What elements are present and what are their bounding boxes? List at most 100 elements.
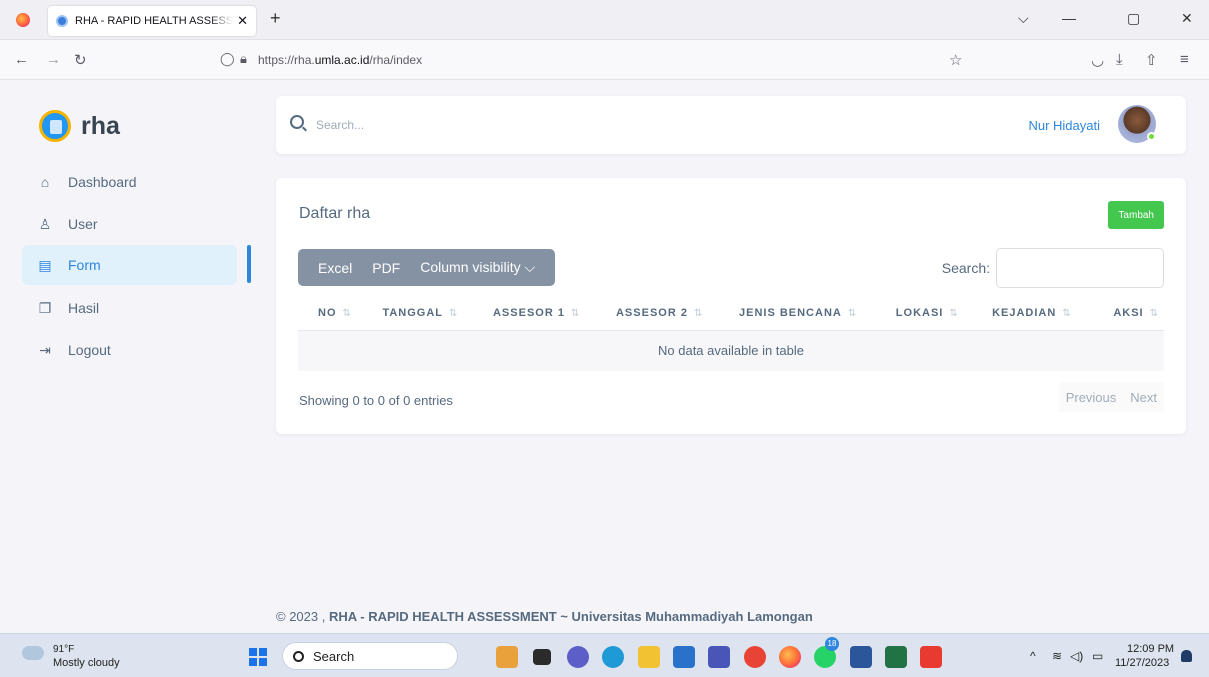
shield-icon[interactable]: ◯ — [220, 51, 235, 67]
column-header-label: KEJADIAN — [992, 307, 1057, 320]
tray-chevron-icon[interactable]: ^ — [1030, 649, 1036, 663]
column-header[interactable]: KEJADIAN ⇅ — [972, 297, 1087, 331]
column-header-label: ASSESOR 1 — [492, 307, 565, 320]
sort-icon: ⇅ — [949, 308, 958, 320]
column-header-label: NO — [318, 307, 337, 320]
column-header[interactable]: LOKASI ⇅ — [875, 297, 973, 331]
table-info: Showing 0 to 0 of 0 entries — [299, 393, 453, 408]
sidebar-item-hasil[interactable]: ❐ Hasil — [22, 288, 237, 328]
acrobat-app-icon[interactable] — [920, 646, 942, 668]
bookmark-star-icon[interactable]: ☆ — [949, 51, 962, 69]
firefox-taskbar-icon[interactable] — [779, 646, 801, 668]
add-button[interactable]: Tambah — [1108, 201, 1164, 229]
page-footer: © 2023 , RHA - RAPID HEALTH ASSESSMENT ~… — [276, 609, 813, 624]
column-visibility-button[interactable]: Column visibility ⌵ — [410, 249, 555, 286]
sidebar-item-label: Form — [68, 257, 101, 273]
app-icon[interactable] — [708, 646, 730, 668]
column-header-label: ASSESOR 2 — [615, 307, 688, 320]
notification-bell-icon[interactable] — [1181, 650, 1192, 662]
clock-time[interactable]: 12:09 PM — [1127, 643, 1174, 655]
rha-list-card: Daftar rha Tambah Excel PDF Column visib… — [276, 178, 1186, 434]
sidebar-item-label: Hasil — [68, 300, 100, 316]
previous-page-button[interactable]: Previous — [1058, 382, 1124, 412]
sidebar-item-label: User — [68, 216, 98, 232]
sort-icon: ⇅ — [342, 308, 351, 320]
column-header[interactable]: ASSESOR 1 ⇅ — [472, 297, 596, 331]
brand[interactable]: rha — [39, 110, 120, 142]
column-header[interactable]: TANGGAL ⇅ — [362, 297, 473, 331]
close-window-button[interactable]: ✕ — [1181, 10, 1193, 27]
windows-start-icon[interactable] — [249, 648, 267, 666]
table-header-row: NO ⇅ TANGGAL ⇅ ASSESOR 1 ⇅ ASSESOR 2 ⇅ JENIS BEN… — [298, 297, 1164, 331]
sort-icon: ⇅ — [847, 308, 857, 320]
logout-icon: ⇥ — [39, 341, 51, 358]
restore-button[interactable]: ▢ — [1127, 10, 1140, 27]
url-text[interactable]: https://rha.umla.ac.id/rha/index — [258, 53, 422, 67]
minimize-button[interactable]: — — [1062, 10, 1076, 26]
tab-favicon-icon — [56, 15, 68, 27]
menu-icon[interactable]: ≡ — [1180, 51, 1189, 68]
browser-tab[interactable]: RHA - RAPID HEALTH ASSESSMENT ✕ — [48, 6, 256, 36]
column-header[interactable]: NO ⇅ — [298, 297, 363, 331]
avatar[interactable] — [1118, 105, 1156, 143]
weather-temperature[interactable]: 91°F — [53, 644, 74, 655]
weather-description[interactable]: Mostly cloudy — [53, 657, 120, 669]
column-header-label: AKSI — [1113, 307, 1144, 320]
pocket-icon[interactable]: ◡ — [1091, 51, 1104, 69]
tab-close-icon[interactable]: ✕ — [237, 13, 248, 29]
sidebar-item-label: Logout — [68, 342, 111, 358]
sidebar-item-dashboard[interactable]: ⌂ Dashboard — [22, 162, 237, 202]
pdf-button[interactable]: PDF — [362, 249, 410, 286]
table-row: No data available in table — [298, 330, 1164, 371]
reload-icon[interactable]: ↻ — [74, 51, 87, 69]
column-header[interactable]: AKSI ⇅ — [1086, 297, 1164, 331]
share-icon[interactable]: ⇧ — [1145, 51, 1158, 69]
column-header-label: TANGGAL — [382, 307, 444, 320]
tab-list-icon[interactable]: ⌵ — [1018, 10, 1029, 27]
browser-tab-bar: RHA - RAPID HEALTH ASSESSMENT ✕ + ⌵ — ▢ … — [0, 0, 1209, 40]
top-navbar: Nur Hidayati — [276, 96, 1186, 154]
tab-title: RHA - RAPID HEALTH ASSESSMENT — [75, 15, 234, 27]
sidebar-item-form[interactable]: ▤ Form — [22, 245, 237, 285]
taskbar-search-label: Search — [313, 649, 355, 664]
user-name[interactable]: Nur Hidayati — [1028, 118, 1100, 133]
widgets-app-icon[interactable] — [496, 646, 518, 668]
sort-icon: ⇅ — [1149, 308, 1158, 320]
downloads-icon[interactable]: ⤓ — [1116, 51, 1123, 68]
new-tab-button[interactable]: + — [270, 8, 281, 29]
file-explorer-icon[interactable] — [638, 646, 660, 668]
firefox-icon[interactable] — [16, 13, 30, 27]
wifi-icon[interactable]: ≋ — [1052, 649, 1062, 663]
sidebar-item-user[interactable]: ♙ User — [22, 204, 237, 244]
footer-copyright: © 2023 , — [276, 609, 329, 624]
excel-app-icon[interactable] — [885, 646, 907, 668]
task-view-icon[interactable] — [533, 649, 551, 665]
word-app-icon[interactable] — [850, 646, 872, 668]
chrome-browser-icon[interactable] — [744, 646, 766, 668]
taskbar-search[interactable]: Search — [282, 642, 458, 670]
store-app-icon[interactable] — [673, 646, 695, 668]
battery-icon[interactable]: ▭ — [1092, 649, 1103, 663]
table-search-input[interactable] — [996, 248, 1164, 288]
lock-icon[interactable]: 🔒︎ — [240, 51, 247, 67]
excel-button[interactable]: Excel — [298, 249, 362, 286]
chat-app-icon[interactable] — [567, 646, 589, 668]
next-page-button[interactable]: Next — [1123, 382, 1164, 412]
sort-icon: ⇅ — [570, 308, 580, 320]
sidebar-item-label: Dashboard — [68, 174, 137, 190]
clock-date[interactable]: 11/27/2023 — [1115, 657, 1169, 669]
column-header-label: JENIS BENCANA — [738, 307, 842, 320]
edge-browser-icon[interactable] — [602, 646, 624, 668]
sidebar-item-logout[interactable]: ⇥ Logout — [22, 330, 237, 370]
weather-cloud-icon[interactable] — [22, 641, 44, 660]
column-header[interactable]: JENIS BENCANA ⇅ — [718, 297, 876, 331]
volume-icon[interactable]: ◁) — [1070, 649, 1083, 663]
back-icon[interactable]: ← — [14, 51, 29, 68]
pagination: Previous Next — [1058, 382, 1164, 412]
search-input[interactable] — [316, 112, 736, 138]
column-header[interactable]: ASSESOR 2 ⇅ — [595, 297, 719, 331]
forward-icon[interactable]: → — [46, 51, 61, 68]
user-icon: ♙ — [38, 215, 52, 232]
rha-table: NO ⇅ TANGGAL ⇅ ASSESOR 1 ⇅ ASSESOR 2 ⇅ JENIS BEN… — [298, 297, 1164, 371]
search-icon — [290, 115, 304, 129]
